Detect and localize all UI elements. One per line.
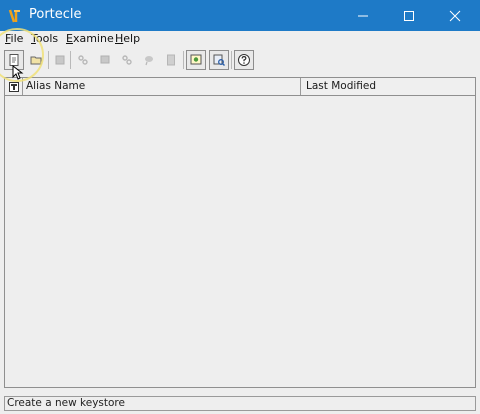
generate-keypair-icon xyxy=(78,55,88,65)
toolbar-separator xyxy=(231,51,232,69)
save-keystore-button[interactable] xyxy=(50,50,70,70)
close-icon xyxy=(449,10,461,21)
maximize-button[interactable] xyxy=(386,0,432,31)
portecle-app-icon xyxy=(8,8,22,24)
import-keypair-icon xyxy=(122,55,132,65)
window-title: Portecle xyxy=(29,7,82,22)
close-button[interactable] xyxy=(432,0,478,31)
menu-bar: File Tools Examine Help xyxy=(0,31,480,47)
examine-certificate-icon xyxy=(190,54,202,65)
app-window: Portecle File Tools Examine Help Alias N… xyxy=(0,0,480,414)
set-password-icon xyxy=(145,56,153,66)
help-icon xyxy=(238,54,250,66)
set-password-button[interactable] xyxy=(139,50,159,70)
minimize-button[interactable] xyxy=(340,0,386,31)
save-keystore-icon xyxy=(55,55,65,65)
alias-name-column-header[interactable]: Alias Name xyxy=(23,78,301,95)
toolbar-separator xyxy=(183,51,184,69)
menu-file[interactable]: File xyxy=(5,32,23,45)
new-keystore-button[interactable] xyxy=(4,50,24,70)
import-trusted-cert-button[interactable] xyxy=(95,50,115,70)
keystore-entries-table[interactable]: Alias Name Last Modified xyxy=(4,77,476,388)
table-header: Alias Name Last Modified xyxy=(5,78,475,96)
entry-type-column-header[interactable] xyxy=(5,78,23,95)
status-bar: Create a new keystore xyxy=(4,396,476,411)
open-keystore-icon xyxy=(30,56,42,65)
maximize-icon xyxy=(404,10,414,21)
keystore-report-icon xyxy=(167,54,175,66)
toolbar-separator xyxy=(70,51,71,69)
toolbar-separator xyxy=(48,51,49,69)
open-keystore-button[interactable] xyxy=(26,50,46,70)
status-text: Create a new keystore xyxy=(7,397,125,409)
help-button[interactable] xyxy=(234,50,254,70)
import-keypair-button[interactable] xyxy=(117,50,137,70)
minimize-icon xyxy=(358,15,368,16)
menu-tools[interactable]: Tools xyxy=(31,32,58,45)
examine-csr-button[interactable] xyxy=(209,50,229,70)
entry-type-icon xyxy=(8,81,19,92)
menu-help[interactable]: Help xyxy=(115,32,140,45)
last-modified-column-header[interactable]: Last Modified xyxy=(301,78,475,95)
import-trusted-cert-icon xyxy=(100,55,110,64)
keystore-report-button[interactable] xyxy=(161,50,181,70)
generate-keypair-button[interactable] xyxy=(73,50,93,70)
title-bar[interactable]: Portecle xyxy=(0,0,480,31)
examine-certificate-button[interactable] xyxy=(186,50,206,70)
menu-examine[interactable]: Examine xyxy=(66,32,114,45)
new-keystore-icon xyxy=(9,54,19,66)
toolbar xyxy=(0,48,480,74)
examine-csr-icon xyxy=(213,54,225,66)
